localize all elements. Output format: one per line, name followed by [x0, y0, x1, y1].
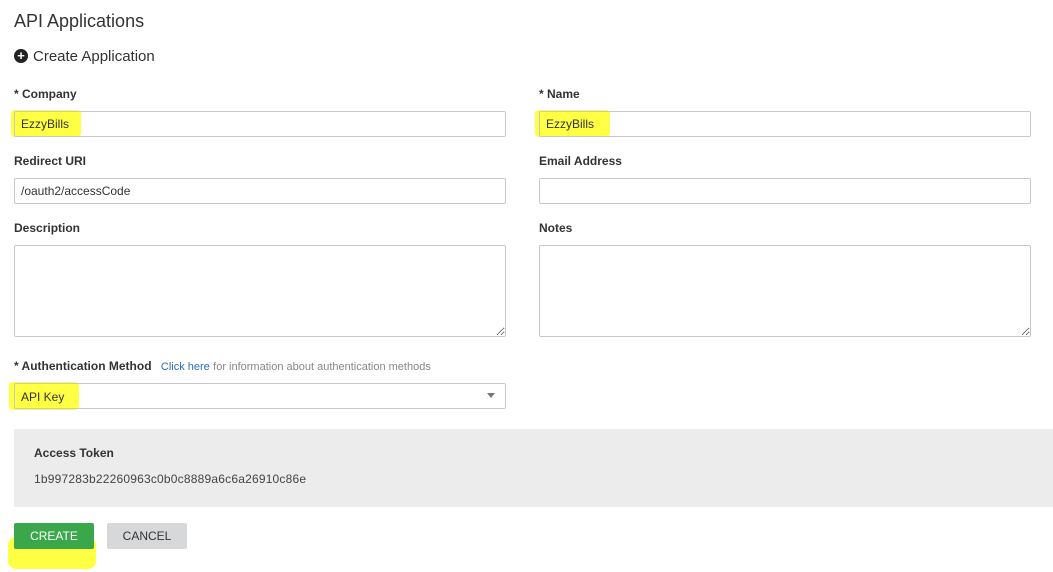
cancel-button[interactable]: CANCEL [107, 523, 187, 549]
description-textarea[interactable] [14, 245, 506, 337]
email-input[interactable] [539, 178, 1031, 204]
caret-down-icon [487, 393, 495, 398]
create-application-label: Create Application [33, 48, 155, 65]
notes-textarea[interactable] [539, 245, 1031, 337]
company-label: * Company [14, 87, 77, 101]
access-token-label: Access Token [34, 446, 114, 460]
redirect-uri-input[interactable] [14, 178, 506, 204]
name-input[interactable] [539, 111, 1031, 137]
access-token-panel: Access Token 1b997283b22260963c0b0c8889a… [14, 429, 1053, 507]
create-application-heading: + Create Application [14, 48, 155, 65]
name-label: * Name [539, 87, 580, 101]
auth-help-link[interactable]: Click here [161, 361, 210, 373]
access-token-value: 1b997283b22260963c0b0c8889a6c6a26910c86e [34, 472, 307, 486]
email-label: Email Address [539, 154, 622, 168]
auth-method-row: * Authentication Method Click here for i… [14, 359, 431, 373]
auth-method-label: * Authentication Method [14, 359, 152, 373]
company-input[interactable] [14, 111, 506, 137]
auth-method-select[interactable]: API Key [14, 383, 506, 409]
plus-circle-icon: + [14, 48, 28, 63]
api-applications-page: API Applications + Create Application * … [0, 0, 1053, 572]
auth-help-info: for information about authentication met… [213, 361, 431, 373]
description-label: Description [14, 221, 81, 235]
notes-label: Notes [539, 221, 573, 235]
page-title: API Applications [14, 11, 145, 31]
create-button[interactable]: CREATE [14, 523, 94, 549]
auth-method-selected: API Key [21, 390, 65, 404]
redirect-uri-label: Redirect URI [14, 154, 87, 168]
